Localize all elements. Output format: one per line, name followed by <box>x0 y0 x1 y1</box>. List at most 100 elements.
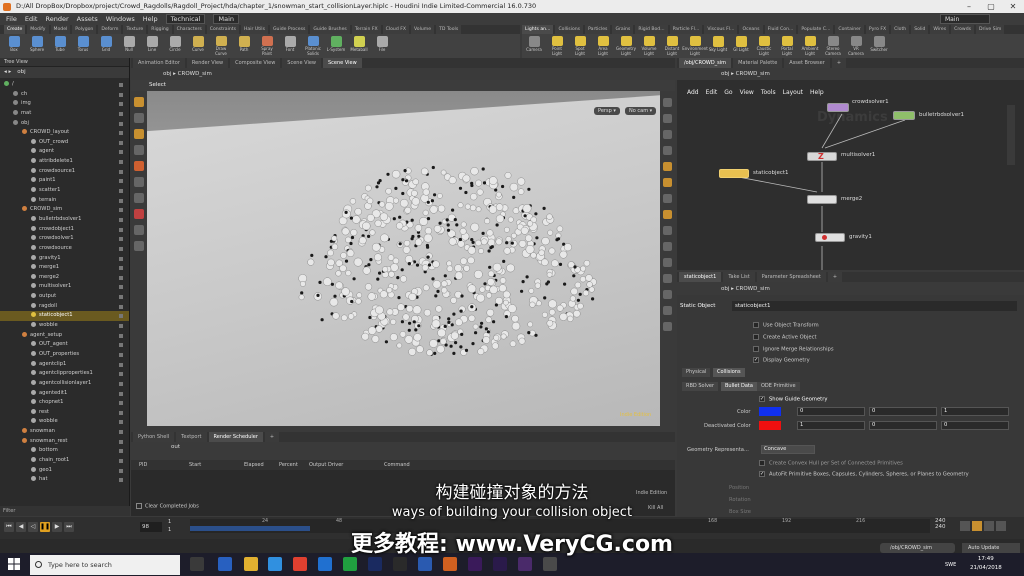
visibility-flag-icon[interactable] <box>119 275 123 280</box>
deact-b-field[interactable]: 0 <box>941 421 1009 430</box>
visibility-flag-icon[interactable] <box>119 131 123 136</box>
shelf-tab-1[interactable]: Modify <box>27 25 49 34</box>
path-tool[interactable]: Path <box>234 36 254 56</box>
menu-render[interactable]: Render <box>45 15 68 23</box>
color-swatch[interactable] <box>759 407 781 416</box>
right-build-select[interactable]: Main <box>940 14 990 24</box>
deact-color-swatch[interactable] <box>759 421 781 430</box>
camera-tool[interactable]: Camera <box>524 36 544 56</box>
shelf-tab-5[interactable]: Texture <box>123 25 147 34</box>
visibility-flag-icon[interactable] <box>119 362 123 367</box>
add-param-tab[interactable]: + <box>827 272 843 282</box>
color-r-field[interactable]: 0 <box>797 407 865 416</box>
shelf-tab-right-0[interactable]: Lights an... <box>522 25 554 34</box>
gi-light-tool[interactable]: GI Light <box>731 36 751 56</box>
ambient-light-tool[interactable]: Ambient Light <box>800 36 820 56</box>
shelf-tab-11[interactable]: Guide Brushes <box>310 25 350 34</box>
visibility-flag-icon[interactable] <box>119 285 123 290</box>
points-icon[interactable] <box>663 258 672 267</box>
shelf-tab-right-2[interactable]: Particles <box>585 25 611 34</box>
menu-assets[interactable]: Assets <box>77 15 98 23</box>
tree-item-snowman-rest[interactable]: snowman_rest <box>0 437 129 447</box>
geo-rep-select[interactable]: Concave <box>761 445 815 454</box>
tab-python-shell[interactable]: Python Shell <box>133 432 175 442</box>
visibility-flag-icon[interactable] <box>119 439 123 444</box>
visibility-flag-icon[interactable] <box>119 208 123 213</box>
col-output-driver[interactable]: Output Driver <box>301 460 376 470</box>
outlook-icon[interactable] <box>318 557 332 571</box>
switcher-tool[interactable]: Switcher <box>869 36 889 56</box>
shelf-tab-15[interactable]: TD Tools <box>436 25 462 34</box>
task-view-icon[interactable] <box>190 557 204 571</box>
visibility-flag-icon[interactable] <box>119 391 123 396</box>
select-tool-icon[interactable] <box>134 97 144 107</box>
tree-item-ch[interactable]: ch <box>0 90 129 100</box>
deact-g-field[interactable]: 0 <box>869 421 937 430</box>
windows-start-icon[interactable] <box>8 558 20 570</box>
sphere-tool[interactable]: Sphere <box>27 36 47 56</box>
visibility-flag-icon[interactable] <box>119 314 123 319</box>
tree-item-merge2[interactable]: merge2 <box>0 273 129 283</box>
shelf-tab-right-13[interactable]: Solid <box>911 25 929 34</box>
shelf-tab-right-9[interactable]: Populate C... <box>798 25 834 34</box>
photoshop-icon[interactable] <box>368 557 382 571</box>
null-tool[interactable]: Null <box>119 36 139 56</box>
tree-item--[interactable]: / <box>0 80 129 90</box>
tree-item-multisolver1[interactable]: multisolver1 <box>0 282 129 292</box>
tab-animation-editor[interactable]: Animation Editor <box>133 58 185 68</box>
visibility-flag-icon[interactable] <box>119 372 123 377</box>
autofit-check[interactable]: ✓ AutoFit Primitive Boxes, Capsules, Cyli… <box>759 471 969 478</box>
visibility-flag-icon[interactable] <box>119 304 123 309</box>
shelf-tab-3[interactable]: Polygon <box>72 25 97 34</box>
show-guide-geometry-check[interactable]: ✓ Show Guide Geometry <box>759 396 827 403</box>
tab-composite-view[interactable]: Composite View <box>230 58 281 68</box>
tree-item-bottom[interactable]: bottom <box>0 446 129 456</box>
use-object-transform-check[interactable]: Use Object Transform <box>753 322 819 329</box>
file-tool[interactable]: File <box>372 36 392 56</box>
node-name-field[interactable]: staticobject1 <box>732 301 1017 311</box>
tree-item-scatter1[interactable]: scatter1 <box>0 186 129 196</box>
stereo-camera-tool[interactable]: Stereo Camera <box>823 36 843 56</box>
visibility-flag-icon[interactable] <box>119 121 123 126</box>
add-tab-button[interactable]: + <box>264 432 280 442</box>
tree-view-tab[interactable]: Tree View <box>0 58 129 67</box>
tree-item-agent[interactable]: agent <box>0 147 129 157</box>
tree-item-crowd-sim[interactable]: CROWD_sim <box>0 205 129 215</box>
tree-item-terrain[interactable]: terrain <box>0 196 129 206</box>
wireframe-icon[interactable] <box>663 130 672 139</box>
font-tool[interactable]: Font <box>280 36 300 56</box>
tree-item-chain-root1[interactable]: chain_root1 <box>0 456 129 466</box>
store-icon[interactable] <box>268 557 282 571</box>
visibility-flag-icon[interactable] <box>119 246 123 251</box>
torus-tool[interactable]: Torus <box>73 36 93 56</box>
deact-r-field[interactable]: 1 <box>797 421 865 430</box>
taskbar-search[interactable]: Type here to search <box>30 555 180 575</box>
ortho-icon[interactable] <box>663 322 672 331</box>
tree-item-crowdsource[interactable]: crowdsource <box>0 244 129 254</box>
shelf-tab-right-14[interactable]: Wires <box>930 25 950 34</box>
node-multisolver[interactable]: Z <box>807 152 837 161</box>
create-active-object-check[interactable]: Create Active Object <box>753 334 816 341</box>
visibility-flag-icon[interactable] <box>119 111 123 116</box>
visibility-flag-icon[interactable] <box>119 227 123 232</box>
convex-hull-check[interactable]: Create Convex Hull per Set of Connected … <box>759 460 903 467</box>
shelf-tab-right-4[interactable]: Rigid Bod... <box>635 25 668 34</box>
node-gravity[interactable] <box>815 233 845 242</box>
tab-render-view[interactable]: Render View <box>186 58 229 68</box>
visibility-flag-icon[interactable] <box>119 92 123 97</box>
handle-tool-icon[interactable] <box>134 129 144 139</box>
tree-item-crowd-layout[interactable]: CROWD_layout <box>0 128 129 138</box>
move-tool-icon[interactable] <box>134 113 144 123</box>
shelf-tab-4[interactable]: Deform <box>98 25 122 34</box>
point-light-tool[interactable]: Point Light <box>547 36 567 56</box>
visibility-flag-icon[interactable] <box>119 179 123 184</box>
tree-view-path[interactable]: ◂ ▸ obj <box>0 67 129 78</box>
tab-staticobject[interactable]: staticobject1 <box>679 272 722 282</box>
add-network-tab[interactable]: + <box>831 58 847 68</box>
build-select[interactable]: Main <box>213 14 240 24</box>
network-path[interactable]: obj ▸ CROWD_sim <box>677 68 1024 80</box>
visibility-flag-icon[interactable] <box>119 458 123 463</box>
spot-light-tool[interactable]: Spot Light <box>570 36 590 56</box>
network-path-node[interactable]: CROWD_sim <box>736 71 770 77</box>
portal-light-tool[interactable]: Portal Light <box>777 36 797 56</box>
